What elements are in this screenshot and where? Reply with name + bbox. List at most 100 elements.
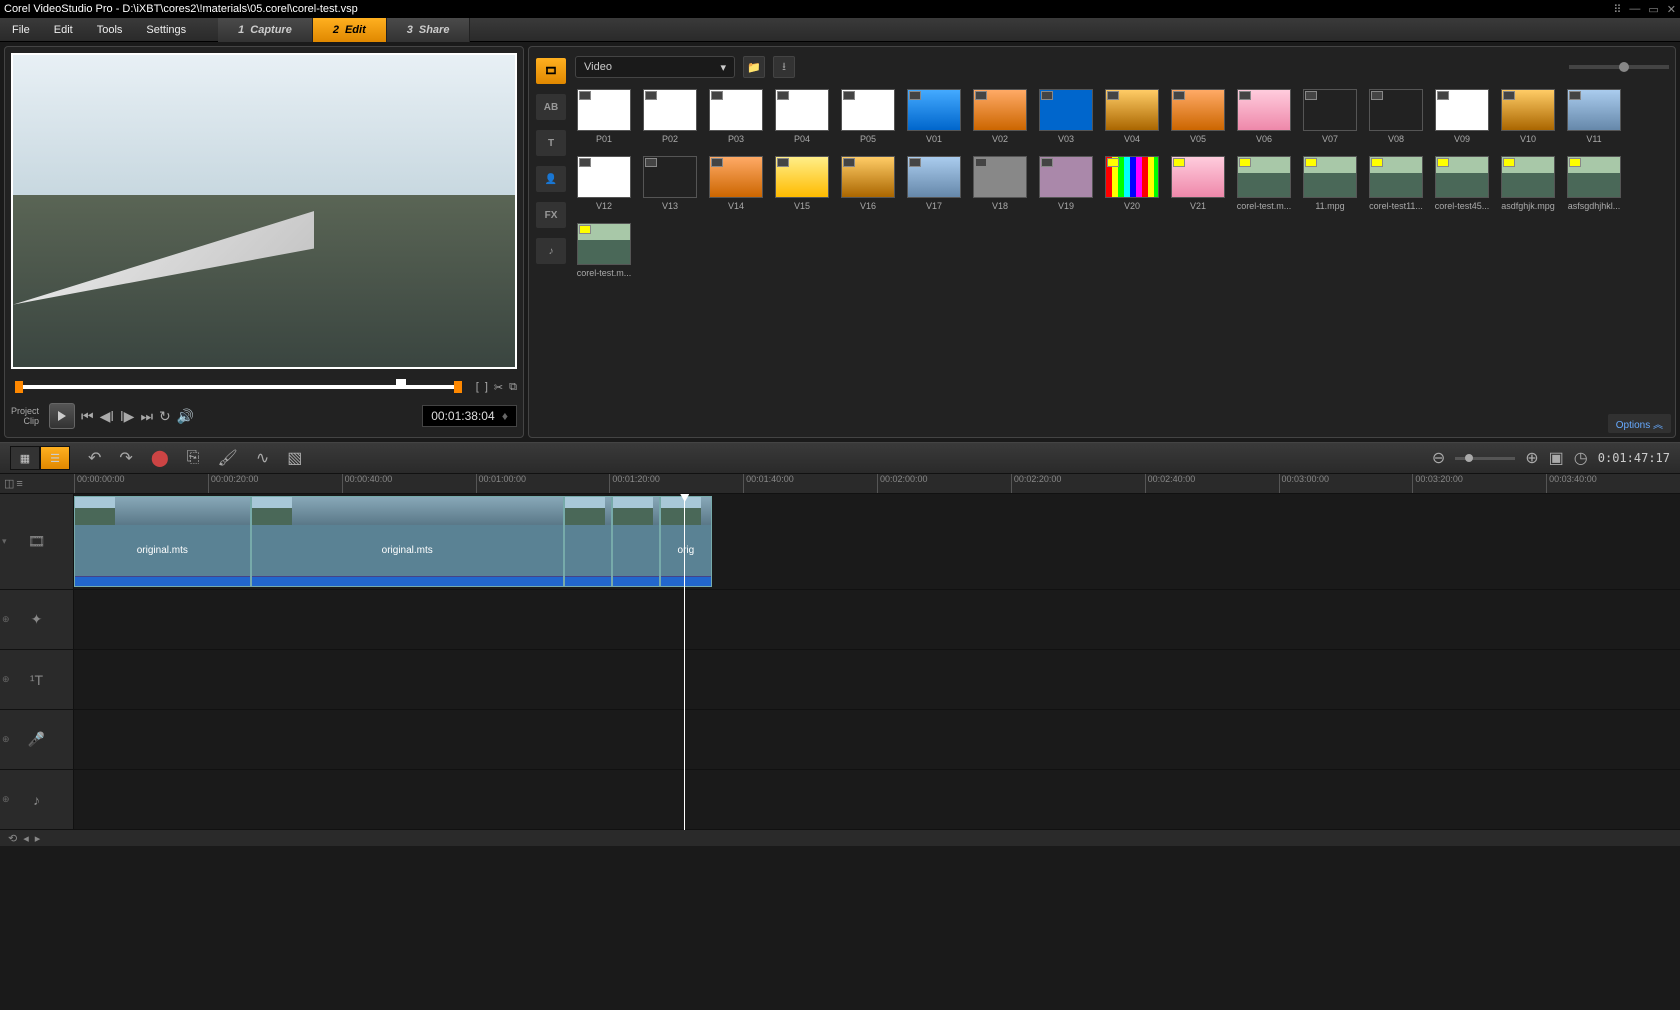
library-item[interactable]: V12 [575,156,633,211]
library-category-dropdown[interactable]: Video▾ [575,56,735,78]
library-item[interactable]: V02 [971,89,1029,144]
close-icon[interactable]: ✕ [1667,3,1676,16]
timeline-playhead[interactable] [684,494,685,830]
library-item[interactable]: V01 [905,89,963,144]
library-item[interactable]: corel-test45... [1433,156,1491,211]
menu-file[interactable]: File [0,24,42,36]
trim-position-marker[interactable] [396,379,406,389]
storyboard-view-button[interactable]: ▦ [10,446,40,470]
timeline-clip[interactable] [564,496,612,587]
zoom-in-icon[interactable]: ⊕ [1525,448,1538,468]
library-item[interactable]: V10 [1499,89,1557,144]
menu-edit[interactable]: Edit [42,24,85,36]
library-item[interactable]: P05 [839,89,897,144]
library-item[interactable]: V11 [1565,89,1623,144]
library-item[interactable]: V07 [1301,89,1359,144]
step-share[interactable]: 3 Share [387,18,471,42]
library-item[interactable]: V06 [1235,89,1293,144]
go-end-icon[interactable]: ⏭ [140,408,153,425]
library-item[interactable]: asfsgdhjhkl... [1565,156,1623,211]
library-item[interactable]: V21 [1169,156,1227,211]
volume-icon[interactable]: 🔊 [177,408,194,425]
mark-out-icon[interactable]: ] [485,381,488,394]
library-item[interactable]: V05 [1169,89,1227,144]
voice-track-head[interactable]: ⊕🎤 [0,710,73,770]
mode-clip-label[interactable]: Clip [11,416,39,426]
lib-tab-audio[interactable]: ♪ [535,237,567,265]
library-item[interactable]: V16 [839,156,897,211]
library-item[interactable]: 11.mpg [1301,156,1359,211]
library-item[interactable]: V09 [1433,89,1491,144]
preview-timecode[interactable]: 00:01:38:04 ♦ [422,405,517,427]
batch-convert-icon[interactable]: ⎘ [187,449,200,467]
fit-project-icon[interactable]: ▣ [1549,448,1564,468]
voice-track-lane[interactable] [74,710,1680,770]
library-item[interactable]: P03 [707,89,765,144]
painting-creator-icon[interactable]: 🖌 [218,448,238,468]
step-capture[interactable]: 1 Capture [218,18,313,42]
instant-project-icon[interactable]: ▧ [287,448,302,468]
maximize-icon[interactable]: ▭ [1648,3,1658,16]
split-icon[interactable]: ✂ [494,381,503,394]
undo-icon[interactable]: ↶ [88,448,101,468]
record-icon[interactable]: ⬤ [151,448,169,468]
library-item[interactable]: corel-test.m... [575,223,633,278]
go-start-icon[interactable]: ⏮ [81,408,94,425]
library-item[interactable]: P01 [575,89,633,144]
video-track-lane[interactable]: original.mtsoriginal.mtsorig [74,494,1680,590]
menu-tools[interactable]: Tools [85,24,135,36]
snapshot-icon[interactable]: ⧉ [509,381,517,394]
grip-icon[interactable]: ⠿ [1613,3,1621,16]
lib-tab-media[interactable]: 🎞 [535,57,567,85]
library-item[interactable]: V08 [1367,89,1425,144]
library-item[interactable]: V20 [1103,156,1161,211]
timeline-scrollbar[interactable]: ⟲ ◂ ▸ [0,830,1680,846]
library-item[interactable]: corel-test.m... [1235,156,1293,211]
music-track-lane[interactable] [74,770,1680,830]
zoom-out-icon[interactable]: ⊖ [1432,448,1445,468]
lib-tab-transition[interactable]: AB [535,93,567,121]
timeline-zoom-slider[interactable] [1455,457,1515,460]
step-edit[interactable]: 2 Edit [313,18,387,42]
scroll-left-icon[interactable]: ◂ [23,832,29,845]
library-item[interactable]: corel-test11... [1367,156,1425,211]
mode-project-label[interactable]: Project [11,406,39,416]
library-item[interactable]: V19 [1037,156,1095,211]
trim-bar[interactable] [19,385,458,389]
library-item[interactable]: V13 [641,156,699,211]
project-duration-icon[interactable]: ◷ [1574,448,1588,468]
mark-in-icon[interactable]: [ [476,381,479,394]
timeline-view-button[interactable]: ☰ [40,446,70,470]
library-item[interactable]: V14 [707,156,765,211]
timeline-clip[interactable]: orig [660,496,711,587]
library-item[interactable]: P02 [641,89,699,144]
options-button[interactable]: Options ︽ [1608,414,1671,433]
video-track-head[interactable]: ▾🎞 [0,494,73,590]
redo-icon[interactable]: ↷ [119,448,132,468]
music-track-head[interactable]: ⊕♪ [0,770,73,830]
library-item[interactable]: asdfghjk.mpg [1499,156,1557,211]
play-button[interactable] [49,403,75,429]
preview-screen[interactable] [11,53,517,369]
title-track-lane[interactable] [74,650,1680,710]
lib-tab-graphic[interactable]: 👤 [535,165,567,193]
library-item[interactable]: P04 [773,89,831,144]
menu-settings[interactable]: Settings [134,24,198,36]
toggle-list-icon[interactable]: ≡ [16,478,22,490]
trim-out-handle[interactable] [454,381,462,393]
repeat-icon[interactable]: ↻ [159,408,171,425]
add-chapter-icon[interactable]: ◫ [4,477,14,490]
add-folder-icon[interactable]: 📁 [743,56,765,78]
timeline-clip[interactable] [612,496,660,587]
thumbnail-size-slider[interactable] [1569,65,1669,69]
minimize-icon[interactable]: — [1629,3,1640,16]
library-item[interactable]: V03 [1037,89,1095,144]
library-item[interactable]: V15 [773,156,831,211]
sound-mixer-icon[interactable]: ∿ [256,448,269,468]
library-item[interactable]: V17 [905,156,963,211]
lib-tab-filter[interactable]: FX [535,201,567,229]
next-frame-icon[interactable]: ǀ▶ [120,408,134,425]
prev-frame-icon[interactable]: ◀ǀ [100,408,114,425]
timeline-ruler[interactable]: 00:00:00:0000:00:20:0000:00:40:0000:01:0… [74,474,1680,493]
library-item[interactable]: V04 [1103,89,1161,144]
